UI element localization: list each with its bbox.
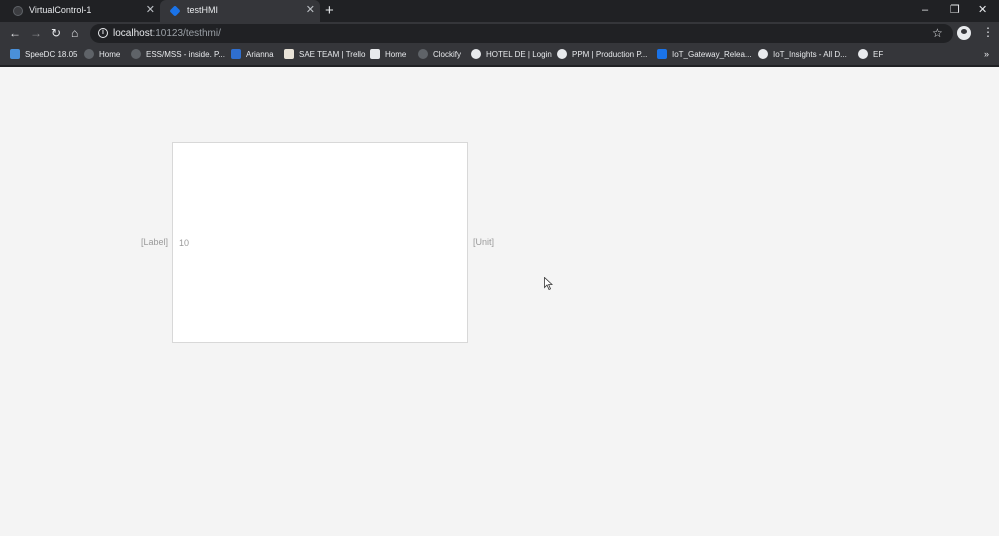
clockify-icon	[418, 49, 428, 59]
close-icon[interactable]: ✕	[146, 4, 155, 16]
bookmark-trello[interactable]: SAE TEAM | Trello	[284, 49, 365, 59]
hmi-value: 10	[179, 238, 190, 248]
tab-strip: VirtualControl-1 ✕ testHMI ✕ + – ❐ ✕	[0, 0, 999, 22]
bookmark-iot-gateway[interactable]: IoT_Gateway_Relea...	[657, 49, 752, 59]
address-bar[interactable]: i localhost:10123/testhmi/ ☆	[90, 24, 953, 43]
bookmark-arianna[interactable]: Arianna	[231, 49, 274, 59]
globe-icon	[557, 49, 567, 59]
bookmark-ppm[interactable]: PPM | Production P...	[557, 49, 647, 59]
bookmark-star-icon[interactable]: ☆	[932, 26, 943, 40]
profile-avatar-icon[interactable]	[957, 26, 971, 40]
hmi-unit: [Unit]	[473, 237, 495, 247]
tab-testhmi[interactable]: testHMI ✕	[160, 0, 320, 22]
home-button[interactable]: ⌂	[71, 26, 78, 40]
bookmark-clockify[interactable]: Clockify	[418, 49, 461, 59]
globe-icon	[758, 49, 768, 59]
hmi-value-display[interactable]: 10	[172, 142, 468, 343]
globe-icon	[13, 6, 23, 16]
bookmark-home[interactable]: Home	[84, 49, 120, 59]
bookmarks-overflow-button[interactable]: »	[984, 49, 989, 59]
site-info-icon[interactable]: i	[98, 28, 108, 38]
hmi-label: [Label]	[141, 237, 169, 247]
toolbar: ← → ↻ ⌂ i localhost:10123/testhmi/ ☆ ⋮	[0, 22, 999, 45]
minimize-button[interactable]: –	[922, 3, 928, 17]
back-button[interactable]: ←	[9, 26, 21, 40]
app-favicon-icon	[169, 5, 181, 17]
azure-devops-icon	[657, 49, 667, 59]
new-tab-button[interactable]: +	[325, 2, 334, 19]
tab-virtualcontrol[interactable]: VirtualControl-1 ✕	[2, 0, 160, 22]
reload-button[interactable]: ↻	[51, 26, 61, 40]
hmi-page: [Label] 10 [Unit]	[0, 67, 999, 536]
more-menu-icon[interactable]: ⋮	[982, 25, 994, 39]
bookmark-ef[interactable]: EF	[858, 49, 883, 59]
restore-button[interactable]: ❐	[950, 3, 960, 17]
tab-title: testHMI	[187, 5, 219, 15]
tab-title: VirtualControl-1	[29, 5, 92, 15]
mouse-cursor-icon	[544, 277, 553, 290]
globe-icon	[858, 49, 868, 59]
globe-icon	[84, 49, 94, 59]
speedc-icon	[10, 49, 20, 59]
bookmarks-bar: SpeeDC 18.05 Home ESS/MSS - inside. P...…	[0, 45, 999, 65]
window-close-button[interactable]: ✕	[978, 3, 987, 17]
globe-icon	[131, 49, 141, 59]
bookmark-iot-insights[interactable]: IoT_Insights - All D...	[758, 49, 847, 59]
globe-icon	[471, 49, 481, 59]
arianna-icon	[231, 49, 241, 59]
bookmark-hotel-de[interactable]: HOTEL DE | Login	[471, 49, 552, 59]
forward-button[interactable]: →	[30, 26, 42, 40]
bookmark-home-sharepoint[interactable]: Home	[370, 49, 406, 59]
bookmark-ess-mss[interactable]: ESS/MSS - inside. P...	[131, 49, 225, 59]
sharepoint-icon	[370, 49, 380, 59]
trello-icon	[284, 49, 294, 59]
bookmark-speedc[interactable]: SpeeDC 18.05	[10, 49, 77, 59]
url-text[interactable]: localhost:10123/testhmi/	[113, 28, 221, 39]
browser-chrome: VirtualControl-1 ✕ testHMI ✕ + – ❐ ✕ ← →…	[0, 0, 999, 67]
close-icon[interactable]: ✕	[306, 4, 315, 16]
